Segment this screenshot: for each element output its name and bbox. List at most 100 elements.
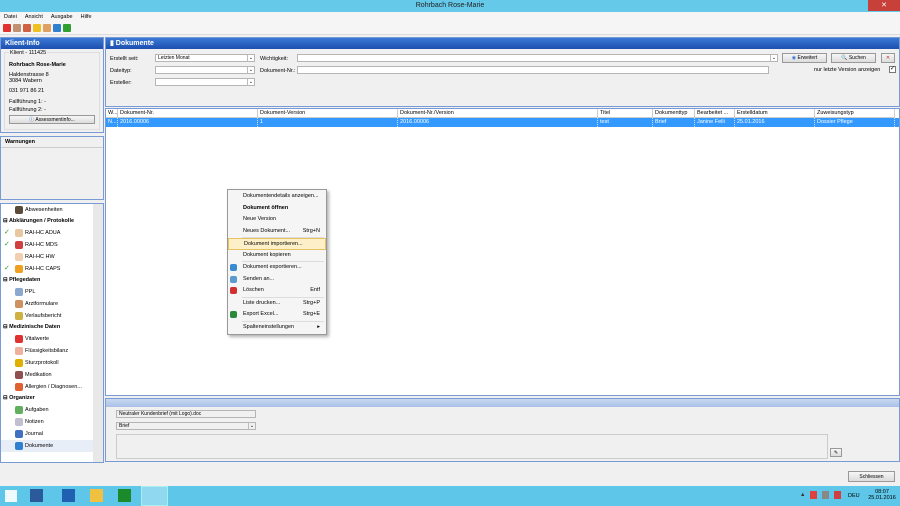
ersteller-label: Ersteller:: [110, 80, 132, 86]
nav-item[interactable]: Notizen: [1, 416, 103, 428]
toolbar-icon-2[interactable]: [13, 24, 21, 32]
wichtigkeit-select[interactable]: ⌄: [297, 54, 778, 62]
context-menu-item[interactable]: Liste drucken... Strg+P: [228, 298, 326, 310]
context-menu-item[interactable]: Spalteneinstellungen ▸: [228, 322, 326, 334]
nav-label: Flüssigkeitsbilanz: [25, 348, 69, 354]
context-menu-item[interactable]: Dokument exportieren...: [228, 262, 326, 274]
context-menu-item[interactable]: Dokument kopieren: [228, 250, 326, 262]
column-header[interactable]: Dokumenttyp: [653, 109, 695, 118]
nav-item[interactable]: RAI-HC HW: [1, 251, 103, 263]
template-field[interactable]: Neutraler Kundenbrief (mit Logo).doc: [116, 410, 256, 418]
schliessen-button[interactable]: Schliessen: [848, 471, 895, 482]
dokument-nr-input[interactable]: [297, 66, 769, 74]
column-header[interactable]: Dokument-Nr./Version: [398, 109, 598, 118]
menu-hilfe[interactable]: Hilfe: [81, 12, 92, 22]
dokumente-filter-panel: ▮ Dokumente Erstellt seit: Letzten Monat…: [105, 37, 900, 107]
erweitert-button[interactable]: ◉ Erweitert: [782, 53, 827, 63]
nav-item[interactable]: Aufgaben: [1, 404, 103, 416]
network-icon[interactable]: [822, 491, 829, 499]
tray-expand-icon[interactable]: ▲: [800, 492, 805, 498]
nav-item[interactable]: Sturzprotokoll: [1, 357, 103, 369]
nav-label: Vitalwerte: [25, 336, 50, 342]
nav-item[interactable]: Vitalwerte: [1, 333, 103, 345]
nur-letzte-version-checkbox[interactable]: ✓: [889, 66, 896, 73]
edit-button[interactable]: ✎: [830, 448, 842, 457]
nav-item[interactable]: ✓ RAI-HC CAPS: [1, 263, 103, 275]
store-icon[interactable]: [118, 489, 131, 502]
language-indicator[interactable]: DEU: [848, 493, 860, 499]
menu-ausgabe[interactable]: Ausgabe: [51, 12, 73, 22]
assessmentinfo-label: Assessmentinfo...: [35, 117, 75, 123]
nav-item-abwesenheiten[interactable]: Abwesenheiten: [1, 204, 103, 216]
nav-item[interactable]: Allergien / Diagnosen...: [1, 381, 103, 393]
context-menu-item[interactable]: Dokument öffnen: [228, 203, 326, 215]
toolbar-icon-3[interactable]: [23, 24, 31, 32]
nav-group-label: Organizer: [9, 395, 35, 401]
context-menu-item[interactable]: Dokumentendetails anzeigen...: [228, 191, 326, 203]
menu-item-shortcut: ▸: [317, 323, 320, 330]
nav-item[interactable]: ✓ RAI-HC MDS: [1, 239, 103, 251]
nav-group-label: Pflegedaten: [9, 277, 41, 283]
server-manager-icon[interactable]: [30, 489, 43, 502]
document-type-select[interactable]: Brief ⌄: [116, 422, 256, 430]
toolbar-icon-5[interactable]: [43, 24, 51, 32]
erstellt-seit-select[interactable]: Letzten Monat ⌄: [155, 54, 255, 62]
clear-filter-button[interactable]: ✕: [881, 53, 895, 63]
nav-label: Arztformulare: [25, 301, 59, 307]
column-header[interactable]: Dokument-Version: [258, 109, 398, 118]
assessmentinfo-button[interactable]: ⓘ Assessmentinfo...: [9, 115, 95, 124]
context-menu-item[interactable]: Dokument importieren...: [228, 238, 326, 250]
dateityp-select[interactable]: ⌄: [155, 66, 255, 74]
dateityp-label: Dateityp:: [110, 68, 132, 74]
file-explorer-icon[interactable]: [90, 489, 103, 502]
column-header[interactable]: Titel: [598, 109, 653, 118]
context-menu-item[interactable]: Export Excel... Strg+E: [228, 309, 326, 321]
context-menu-item[interactable]: Löschen Entf: [228, 285, 326, 297]
table-row[interactable]: N... 2016.00006 1 2016.00006 test Brief Janine…: [106, 118, 899, 127]
nav-item[interactable]: Dokumente: [1, 440, 103, 452]
menu-item-label: Dokumentendetails anzeigen...: [243, 193, 319, 199]
menu-datei[interactable]: Datei: [4, 12, 17, 22]
suchen-button[interactable]: 🔍 Suchen: [831, 53, 876, 63]
ersteller-select[interactable]: ⌄: [155, 78, 255, 86]
powershell-icon[interactable]: [62, 489, 75, 502]
close-window-button[interactable]: ✕: [868, 0, 900, 11]
context-menu-item[interactable]: Neue Version: [228, 214, 326, 226]
toolbar-icon-4[interactable]: [33, 24, 41, 32]
nav-item[interactable]: Medikation: [1, 369, 103, 381]
app-taskbar-button[interactable]: [141, 486, 168, 506]
context-menu-item[interactable]: Senden an...: [228, 274, 326, 286]
nav-group[interactable]: ⊟ Pflegedaten: [1, 275, 103, 286]
clock[interactable]: 08:07 25.01.2016: [866, 489, 898, 501]
windows-start-icon[interactable]: [5, 490, 17, 502]
volume-icon[interactable]: [834, 491, 841, 499]
context-menu-item[interactable]: Neues Dokument... Strg+N: [228, 226, 326, 238]
column-header[interactable]: W...: [106, 109, 118, 118]
nav-item[interactable]: Flüssigkeitsbilanz: [1, 345, 103, 357]
description-textarea[interactable]: [116, 434, 828, 459]
table-cell: 25.01.2016: [735, 118, 815, 127]
nav-item-icon: [15, 312, 23, 320]
column-header[interactable]: Bearbeitet ...: [695, 109, 735, 118]
flag-icon[interactable]: [810, 491, 817, 499]
nav-group[interactable]: ⊟ Medizinische Daten: [1, 322, 103, 333]
nav-label: Sturzprotokoll: [25, 360, 59, 366]
toolbar-icon-6[interactable]: [53, 24, 61, 32]
column-header[interactable]: Dokument-Nr.: [118, 109, 258, 118]
nav-item-icon: [15, 359, 23, 367]
nav-item[interactable]: Journal: [1, 428, 103, 440]
nav-item[interactable]: Verlaufsbericht: [1, 310, 103, 322]
nav-item[interactable]: ✓ RAI-HC ADUA: [1, 227, 103, 239]
column-header[interactable]: Zuweisungstyp: [815, 109, 895, 118]
nav-item[interactable]: Arztformulare: [1, 298, 103, 310]
menu-ansicht[interactable]: Ansicht: [25, 12, 43, 22]
menu-item-label: Export Excel...: [243, 311, 279, 317]
nav-group[interactable]: ⊟ Abklärungen / Protokolle: [1, 216, 103, 227]
nav-group[interactable]: ⊟ Organizer: [1, 393, 103, 404]
toolbar-icon-1[interactable]: [3, 24, 11, 32]
nav-scrollbar[interactable]: [93, 204, 103, 462]
column-header[interactable]: Erstelldatum: [735, 109, 815, 118]
nav-item[interactable]: PPL: [1, 286, 103, 298]
refresh-icon[interactable]: [63, 24, 71, 32]
taskbar: ▲ DEU 08:07 25.01.2016: [0, 486, 900, 506]
